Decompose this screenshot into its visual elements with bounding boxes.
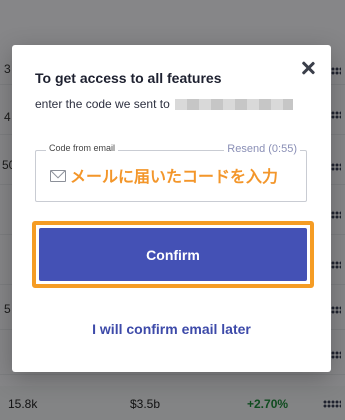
subtitle-text: enter the code we sent to	[35, 97, 170, 111]
resend-link[interactable]: Resend (0:55)	[224, 143, 300, 155]
confirm-button[interactable]: Confirm	[39, 228, 307, 281]
code-field: Code from email Resend (0:55)	[35, 143, 307, 202]
modal-title: To get access to all features	[35, 70, 222, 86]
mail-icon	[50, 170, 66, 182]
verify-email-modal: To get access to all features enter the …	[12, 45, 331, 372]
close-icon[interactable]	[299, 59, 317, 77]
code-field-label: Code from email	[46, 143, 119, 153]
confirm-later-link[interactable]: I will confirm email later	[12, 321, 331, 337]
modal-subtitle: enter the code we sent to	[35, 97, 293, 111]
code-input[interactable]	[70, 163, 304, 189]
confirm-highlight: Confirm	[32, 221, 314, 288]
masked-email	[174, 98, 293, 110]
